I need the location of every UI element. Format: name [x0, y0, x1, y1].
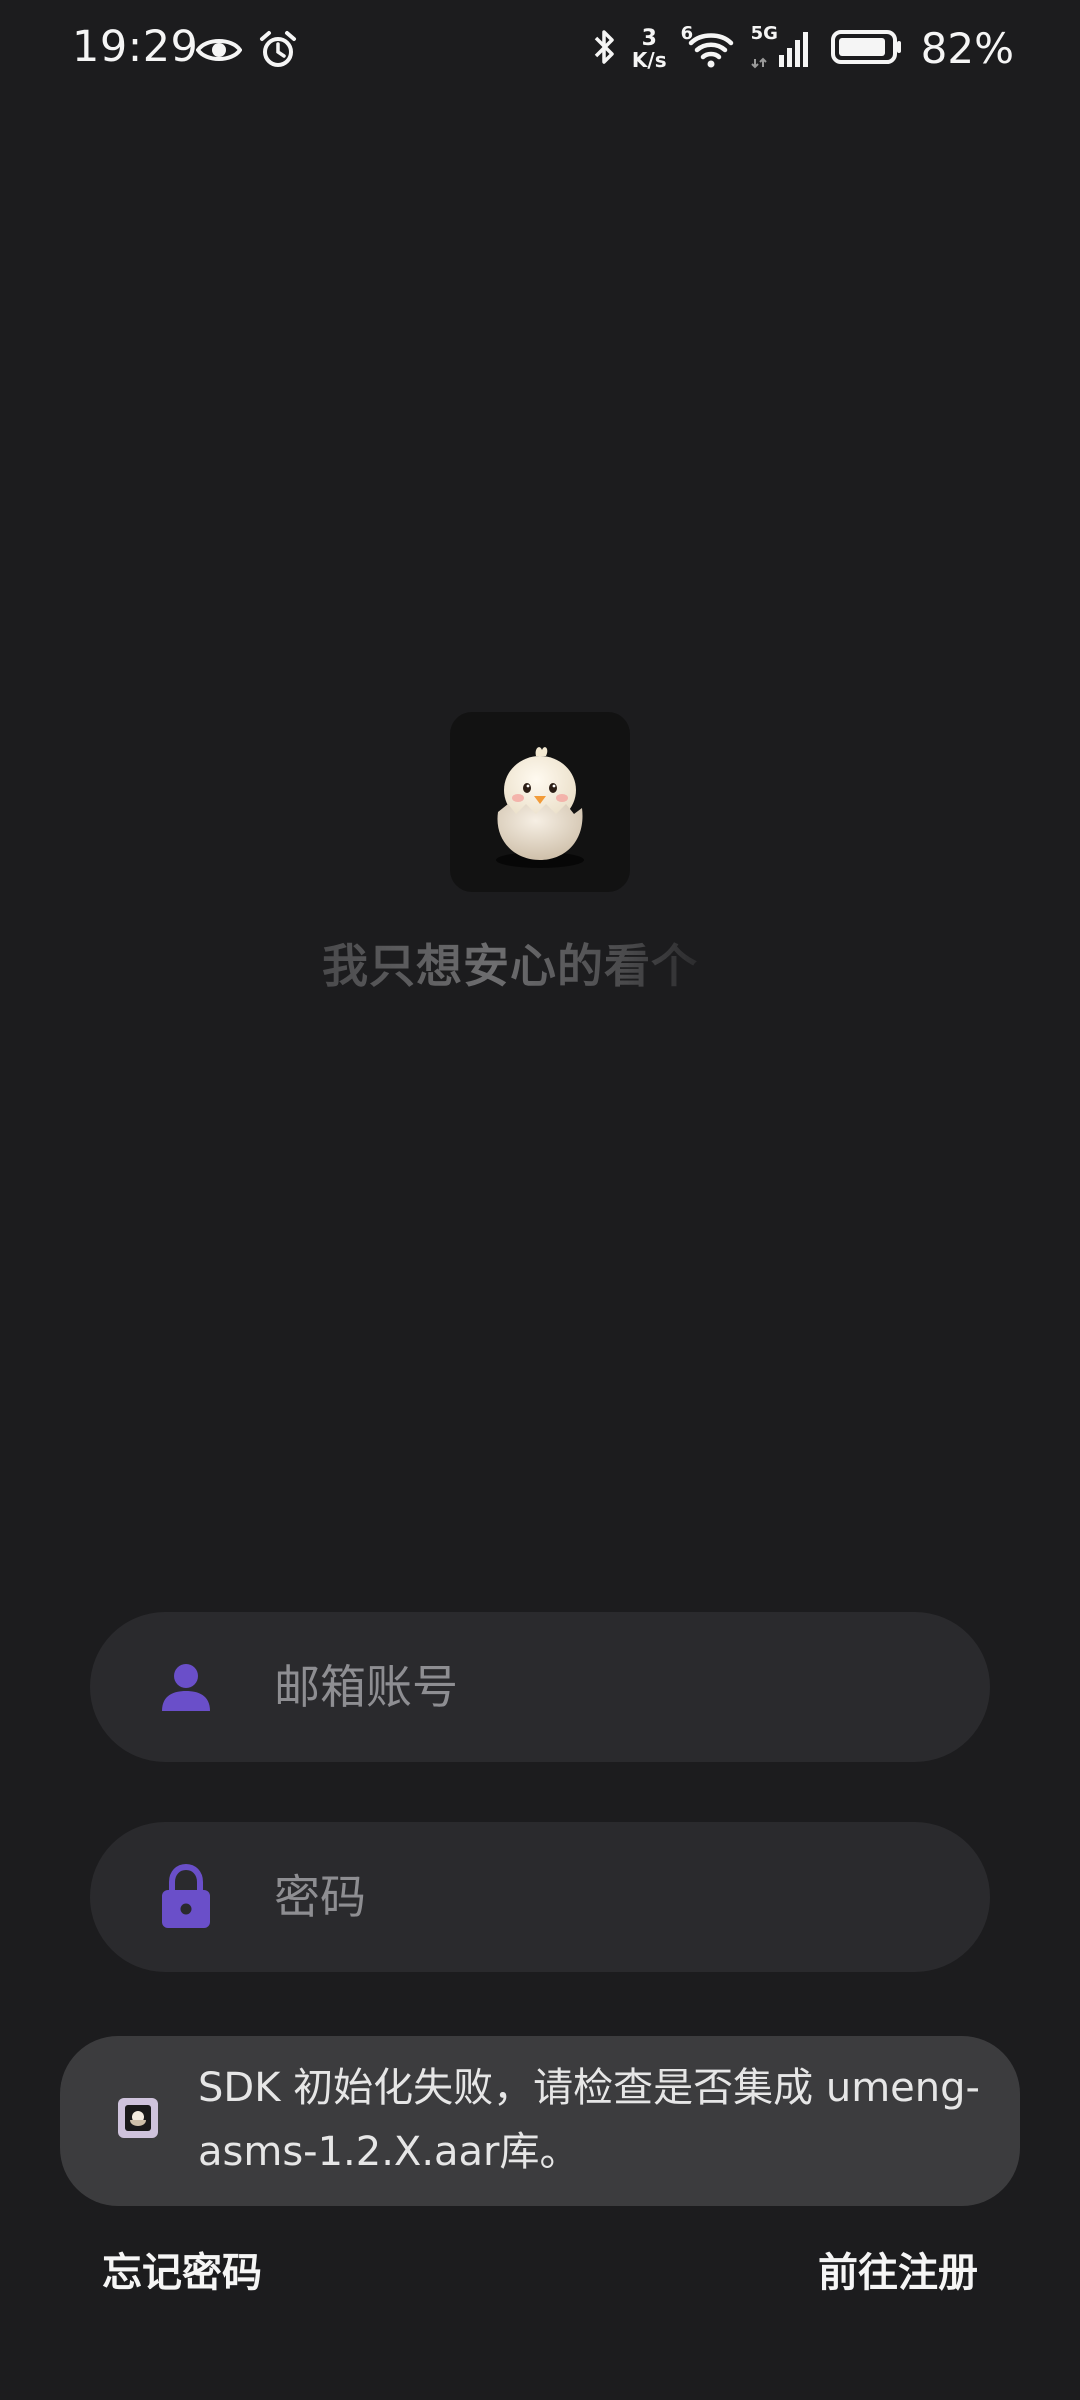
status-right-icons: 3 K/s 6 5G 82% [592, 23, 1014, 73]
status-left-icons [195, 30, 298, 74]
cellular-signal-icon: 5G [751, 23, 817, 71]
lock-icon [158, 1864, 214, 1929]
app-icon-small [118, 2098, 158, 2138]
app-logo [450, 712, 630, 892]
network-speed-value: 3 [641, 25, 657, 51]
alarm-icon [258, 30, 298, 74]
status-bar: 19:29 3 K/s 6 5G 82% [0, 0, 1080, 104]
email-input-container[interactable] [90, 1612, 990, 1762]
register-link[interactable]: 前往注册 [818, 2240, 978, 2298]
toast-message: SDK 初始化失败，请检查是否集成 umeng-asms-1.2.X.aar库。 [198, 2065, 980, 2175]
status-time: 19:29 [72, 22, 199, 72]
network-speed: 3 K/s [631, 25, 667, 72]
battery-percent: 82% [920, 24, 1014, 73]
battery-icon [830, 29, 903, 69]
password-input-container[interactable] [90, 1822, 990, 1972]
toast-notification: SDK 初始化失败，请检查是否集成 umeng-asms-1.2.X.aar库。 [60, 2036, 1020, 2206]
forgot-password-link[interactable]: 忘记密码 [102, 2240, 262, 2298]
user-icon [158, 1655, 214, 1719]
password-input[interactable] [272, 1856, 930, 1938]
login-screen: 19:29 3 K/s 6 5G 82% 我只想安心的看个 邮箱账号 SDK 初… [0, 0, 1080, 2400]
bluetooth-icon [592, 27, 618, 71]
network-speed-unit: K/s [631, 47, 667, 72]
eye-icon [195, 35, 243, 69]
app-slogan: 我只想安心的看个 [322, 930, 702, 990]
email-input[interactable] [272, 1646, 930, 1728]
wifi-icon: 6 [681, 23, 737, 71]
chick-in-egg-icon [496, 747, 584, 868]
